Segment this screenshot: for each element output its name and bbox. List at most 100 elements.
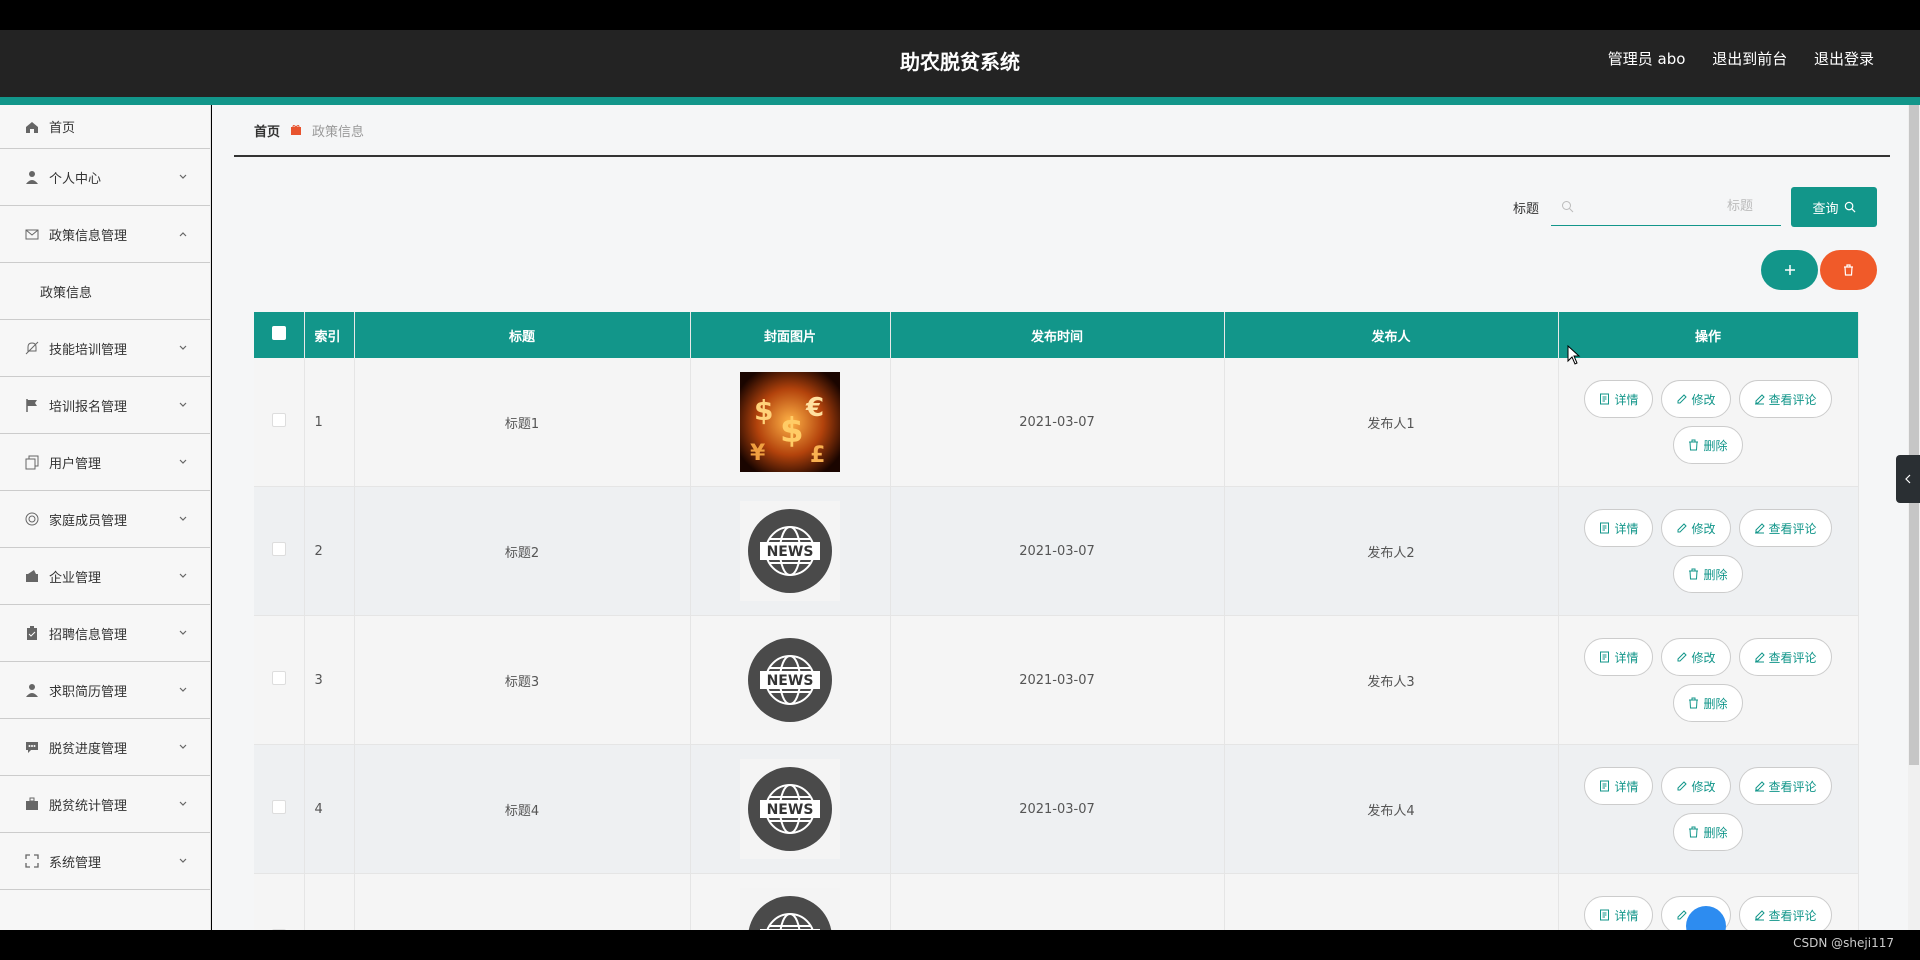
delete-button[interactable]: 删除 xyxy=(1673,813,1743,851)
action-row xyxy=(1759,250,1877,290)
sidebar-item-label: 首页 xyxy=(49,121,76,136)
document-icon xyxy=(1600,522,1610,534)
detail-button[interactable]: 详情 xyxy=(1584,638,1654,676)
delete-button[interactable]: 删除 xyxy=(1673,426,1743,464)
row-ops: 详情 修改 查看评论 删除 xyxy=(1558,486,1859,616)
add-button[interactable] xyxy=(1761,250,1818,290)
row-select-cell[interactable] xyxy=(254,358,305,487)
view-comments-button[interactable]: 查看评论 xyxy=(1738,509,1832,547)
query-button[interactable]: 查询 xyxy=(1791,187,1877,227)
sidebar-subitem-policy-info[interactable]: 政策信息 xyxy=(0,263,210,320)
sidebar-item-enroll[interactable]: 培训报名管理 xyxy=(0,377,210,434)
table-row: 4 标题4 NEWS 2021-03-07 发布人4 详情 修改 查看评论 删除 xyxy=(254,744,1859,874)
sidebar-item-label: 用户管理 xyxy=(49,456,102,472)
detail-button-label: 详情 xyxy=(1614,521,1639,536)
detail-button[interactable]: 详情 xyxy=(1584,896,1654,930)
document-icon xyxy=(1600,651,1610,663)
view-comments-button[interactable]: 查看评论 xyxy=(1738,896,1832,930)
sidebar-item-resume[interactable]: 求职简历管理 xyxy=(0,662,210,719)
row-checkbox[interactable] xyxy=(271,800,286,814)
sidebar-item-users[interactable]: 用户管理 xyxy=(0,434,210,491)
row-select-cell[interactable] xyxy=(254,615,305,745)
edit-icon xyxy=(1677,523,1688,533)
delete-button[interactable]: 删除 xyxy=(1673,684,1743,722)
plus-icon xyxy=(1784,265,1795,275)
sidebar-item-family[interactable]: 家庭成员管理 xyxy=(0,491,210,548)
search-input[interactable] xyxy=(1551,188,1781,225)
edit-button[interactable]: 修改 xyxy=(1661,767,1731,805)
logout-link[interactable]: 退出登录 xyxy=(1814,50,1874,68)
delete-button[interactable]: 删除 xyxy=(1673,555,1743,593)
edit-button[interactable]: 修改 xyxy=(1661,380,1731,418)
row-checkbox[interactable] xyxy=(271,542,286,556)
row-select-cell[interactable] xyxy=(254,744,305,874)
front-link[interactable]: 退出到前台 xyxy=(1712,50,1787,68)
detail-button[interactable]: 详情 xyxy=(1584,767,1654,805)
row-title: 标题3 xyxy=(354,615,691,745)
edit-icon xyxy=(1754,394,1765,405)
sidebar-item-label: 培训报名管理 xyxy=(49,399,128,415)
edit-button[interactable]: 修改 xyxy=(1661,509,1731,547)
row-select-cell[interactable] xyxy=(254,486,305,616)
sidebar-item-label: 政策信息管理 xyxy=(49,228,128,244)
row-cover: NEWS xyxy=(690,615,891,745)
main-content: 首页 政策信息 标题 查询 xyxy=(212,105,1908,930)
sidebar-item-label: 脱贫统计管理 xyxy=(49,798,128,814)
detail-button[interactable]: 详情 xyxy=(1584,380,1654,418)
edit-button-label: 修改 xyxy=(1691,392,1716,407)
detail-button-label: 详情 xyxy=(1614,908,1639,923)
row-date: 2021-03-07 xyxy=(890,873,1225,930)
sidebar-item-personal[interactable]: 个人中心 xyxy=(0,149,210,206)
view-comments-button[interactable]: 查看评论 xyxy=(1738,638,1832,676)
scrollbar-thumb[interactable] xyxy=(1909,105,1919,765)
breadcrumb-home[interactable]: 首页 xyxy=(254,121,280,140)
breadcrumb: 首页 政策信息 xyxy=(234,105,1890,157)
sidebar: 首页 个人中心 政策信息管理 政策信息 技能培训管理 培训报名管理 用户管理 家… xyxy=(0,105,211,930)
delete-button-label: 删除 xyxy=(1703,696,1728,711)
sidebar-item-recruit[interactable]: 招聘信息管理 xyxy=(0,605,210,662)
row-checkbox[interactable] xyxy=(271,671,286,685)
chevron-down-icon xyxy=(179,459,187,464)
sidebar-item-label: 个人中心 xyxy=(49,171,102,187)
sidebar-item-stats[interactable]: 脱贫统计管理 xyxy=(0,776,210,833)
edit-button[interactable]: 修改 xyxy=(1661,638,1731,676)
collapse-panel-button[interactable] xyxy=(1896,455,1920,503)
row-ops: 详情 修改 查看评论 删除 xyxy=(1558,744,1859,874)
edit-button-label: 修改 xyxy=(1691,779,1716,794)
row-title: 标题5 xyxy=(354,873,691,930)
screen-bottom-bar: CSDN @sheji117 xyxy=(0,930,1920,960)
edit-icon xyxy=(1677,910,1688,920)
page-scrollbar[interactable] xyxy=(1908,105,1920,930)
row-publisher: 发布人4 xyxy=(1224,744,1559,874)
row-ops: 详情 修改 查看评论 删除 xyxy=(1558,358,1859,487)
sidebar-item-policy[interactable]: 政策信息管理 xyxy=(0,206,210,263)
batch-delete-button[interactable] xyxy=(1820,250,1877,290)
select-all-checkbox[interactable] xyxy=(271,326,286,340)
sidebar-item-home[interactable]: 首页 xyxy=(0,105,210,149)
view-comments-button[interactable]: 查看评论 xyxy=(1738,767,1832,805)
row-select-cell[interactable] xyxy=(254,873,305,930)
view-comments-button[interactable]: 查看评论 xyxy=(1738,380,1832,418)
sidebar-item-progress[interactable]: 脱贫进度管理 xyxy=(0,719,210,776)
sidebar-item-enterprise[interactable]: 企业管理 xyxy=(0,548,210,605)
search-label: 标题 xyxy=(1512,201,1539,217)
row-cover: NEWS xyxy=(690,744,891,874)
sidebar-subitem-label: 政策信息 xyxy=(40,285,93,301)
sidebar-item-training[interactable]: 技能培训管理 xyxy=(0,320,210,377)
row-checkbox[interactable] xyxy=(271,413,286,427)
admin-label: 管理员 abo xyxy=(1607,50,1686,68)
header-select-all[interactable] xyxy=(254,312,305,358)
row-publisher: 发布人5 xyxy=(1224,873,1559,930)
clipboard-icon xyxy=(27,626,37,640)
bell-off-icon xyxy=(25,341,39,355)
chevron-down-icon xyxy=(179,858,187,863)
detail-button[interactable]: 详情 xyxy=(1584,509,1654,547)
chat-icon xyxy=(26,742,38,753)
document-icon xyxy=(1600,780,1610,792)
row-index: 5 xyxy=(304,873,355,930)
sidebar-item-system[interactable]: 系统管理 xyxy=(0,833,210,890)
trash-icon xyxy=(1689,439,1699,451)
trash-icon xyxy=(1689,826,1699,838)
edit-button-label: 修改 xyxy=(1691,521,1716,536)
sidebar-item-label: 脱贫进度管理 xyxy=(49,741,128,757)
